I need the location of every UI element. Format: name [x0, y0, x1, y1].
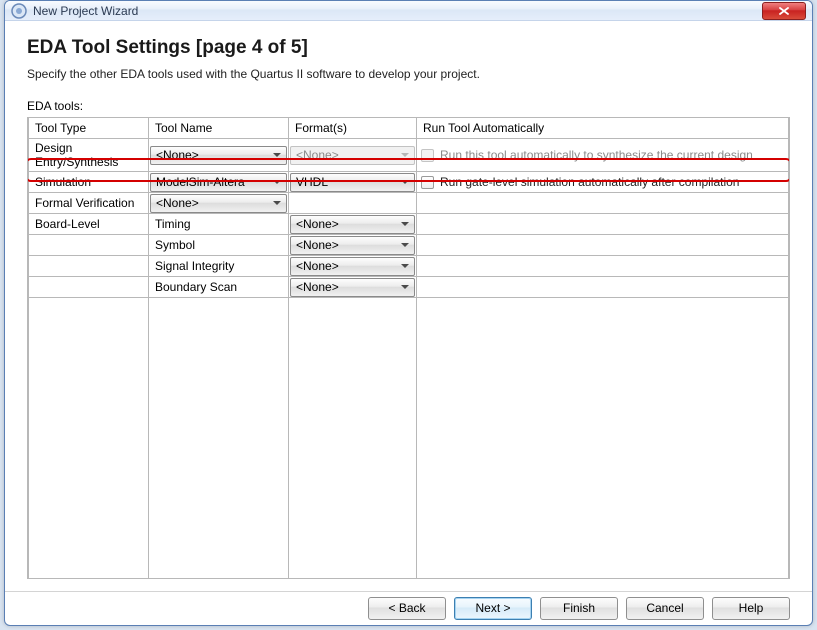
- window-title: New Project Wizard: [33, 4, 138, 18]
- board-sub-label: Boundary Scan: [149, 277, 289, 298]
- design-entry-format-dropdown: <None>: [290, 146, 415, 165]
- wizard-footer: < Back Next > Finish Cancel Help: [5, 591, 812, 625]
- design-entry-tool-dropdown[interactable]: <None>: [150, 146, 287, 165]
- cell-type: Design Entry/Synthesis: [29, 139, 149, 172]
- simulation-format-dropdown[interactable]: VHDL: [290, 173, 415, 192]
- design-entry-auto-label: Run this tool automatically to synthesiz…: [440, 148, 753, 162]
- page-description: Specify the other EDA tools used with th…: [27, 67, 790, 81]
- col-tool-name: Tool Name: [149, 118, 289, 139]
- board-bscan-dropdown[interactable]: <None>: [290, 278, 415, 297]
- row-board-si: Signal Integrity <None>: [29, 256, 789, 277]
- back-button[interactable]: < Back: [368, 597, 446, 620]
- chevron-down-icon: [270, 174, 284, 191]
- simulation-auto-checkbox[interactable]: [421, 176, 434, 189]
- board-sub-label: Symbol: [149, 235, 289, 256]
- row-design-entry: Design Entry/Synthesis <None> <None>: [29, 139, 789, 172]
- cell-type: Simulation: [29, 172, 149, 193]
- cancel-button[interactable]: Cancel: [626, 597, 704, 620]
- content-area: EDA Tool Settings [page 4 of 5] Specify …: [5, 21, 812, 583]
- chevron-down-icon: [398, 147, 412, 164]
- finish-button[interactable]: Finish: [540, 597, 618, 620]
- simulation-tool-dropdown[interactable]: ModelSim-Altera: [150, 173, 287, 192]
- simulation-auto-label: Run gate-level simulation automatically …: [440, 175, 739, 189]
- chevron-down-icon: [398, 237, 412, 254]
- cell-type: Formal Verification: [29, 193, 149, 214]
- next-button[interactable]: Next >: [454, 597, 532, 620]
- row-board-timing: Board-Level Timing <None>: [29, 214, 789, 235]
- section-label: EDA tools:: [27, 99, 790, 113]
- chevron-down-icon: [398, 279, 412, 296]
- chevron-down-icon: [398, 216, 412, 233]
- board-sub-label: Timing: [149, 214, 289, 235]
- design-entry-auto-checkbox: [421, 149, 434, 162]
- chevron-down-icon: [398, 258, 412, 275]
- formal-tool-dropdown[interactable]: <None>: [150, 194, 287, 213]
- app-icon: [11, 3, 27, 19]
- chevron-down-icon: [398, 174, 412, 191]
- row-board-bscan: Boundary Scan <None>: [29, 277, 789, 298]
- col-formats: Format(s): [289, 118, 417, 139]
- chevron-down-icon: [270, 147, 284, 164]
- chevron-down-icon: [270, 195, 284, 212]
- wizard-window: New Project Wizard EDA Tool Settings [pa…: [4, 0, 813, 626]
- eda-tools-grid: Tool Type Tool Name Format(s) Run Tool A…: [27, 117, 790, 579]
- col-run-auto: Run Tool Automatically: [417, 118, 789, 139]
- cell-type: Board-Level: [29, 214, 149, 235]
- board-sub-label: Signal Integrity: [149, 256, 289, 277]
- row-simulation: Simulation ModelSim-Altera VHDL: [29, 172, 789, 193]
- page-title: EDA Tool Settings [page 4 of 5]: [27, 37, 790, 59]
- help-button[interactable]: Help: [712, 597, 790, 620]
- row-formal: Formal Verification <None>: [29, 193, 789, 214]
- close-button[interactable]: [762, 2, 806, 20]
- board-symbol-dropdown[interactable]: <None>: [290, 236, 415, 255]
- board-si-dropdown[interactable]: <None>: [290, 257, 415, 276]
- row-board-symbol: Symbol <None>: [29, 235, 789, 256]
- col-tool-type: Tool Type: [29, 118, 149, 139]
- board-timing-dropdown[interactable]: <None>: [290, 215, 415, 234]
- titlebar: New Project Wizard: [5, 1, 812, 21]
